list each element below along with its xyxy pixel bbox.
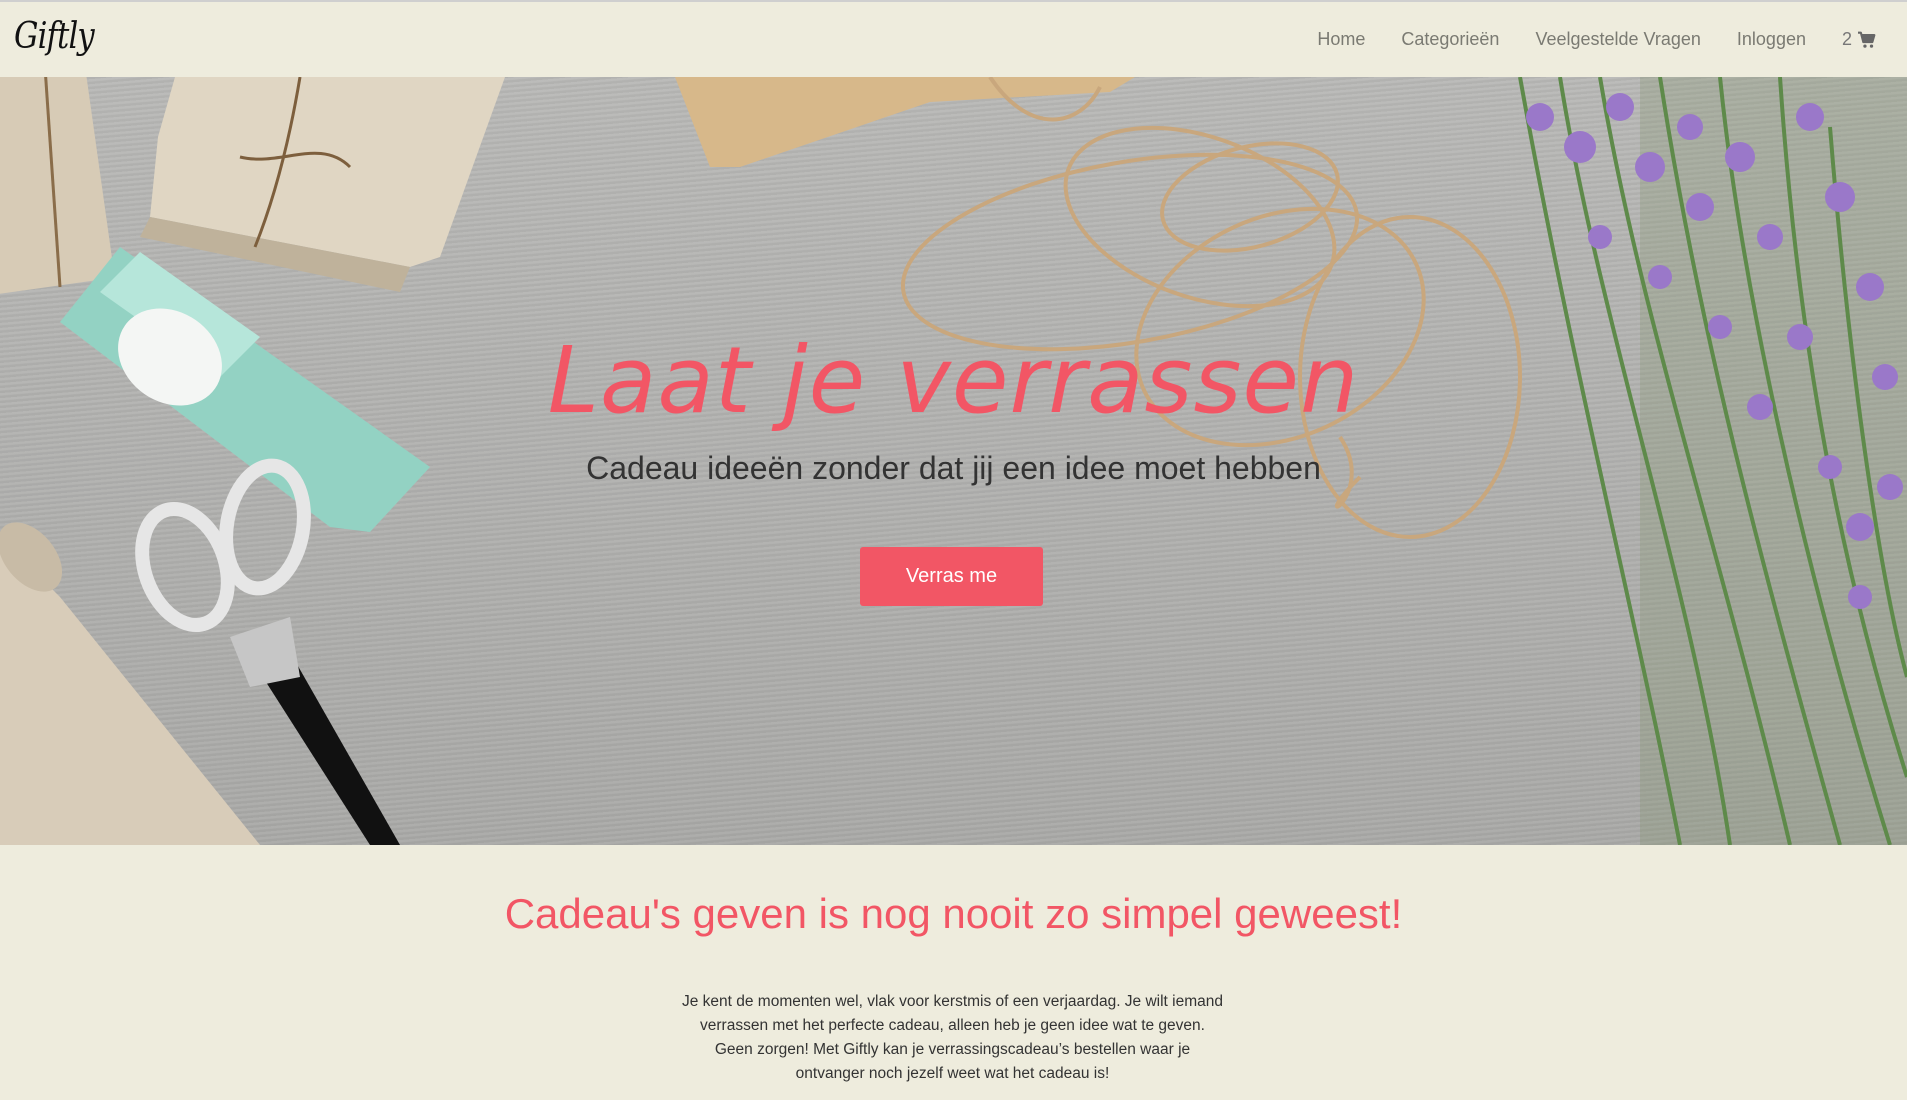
surprise-me-button[interactable]: Verras me — [860, 547, 1043, 606]
nav-links: Home Categorieën Veelgestelde Vragen Inl… — [1317, 2, 1877, 77]
envelope — [675, 77, 1135, 167]
nav-categories-link[interactable]: Categorieën — [1401, 29, 1499, 50]
hero-banner: Laat je verrassen Cadeau ideeën zonder d… — [0, 77, 1907, 845]
hero-subtitle: Cadeau ideeën zonder dat jij een idee mo… — [586, 450, 1321, 486]
intro-body: Je kent de momenten wel, vlak voor kerst… — [681, 993, 1224, 1082]
page: Giftly Home Categorieën Veelgestelde Vra… — [0, 0, 1907, 1100]
hero-title: Laat je verrassen — [547, 327, 1360, 434]
nav-faq-link[interactable]: Veelgestelde Vragen — [1535, 29, 1700, 50]
cart-count: 2 — [1841, 29, 1852, 49]
navbar: Giftly Home Categorieën Veelgestelde Vra… — [0, 2, 1907, 77]
brand-logo[interactable]: Giftly — [14, 16, 95, 57]
intro-heading: Cadeau's geven is nog nooit zo simpel ge… — [504, 890, 1403, 937]
cart-button[interactable]: 2 — [1842, 29, 1877, 50]
shopping-cart-icon — [1858, 31, 1876, 48]
nav-login-link[interactable]: Inloggen — [1737, 29, 1806, 50]
gift-box-left — [0, 77, 115, 295]
nav-home-link[interactable]: Home — [1317, 29, 1365, 50]
gift-box-center — [140, 77, 505, 292]
